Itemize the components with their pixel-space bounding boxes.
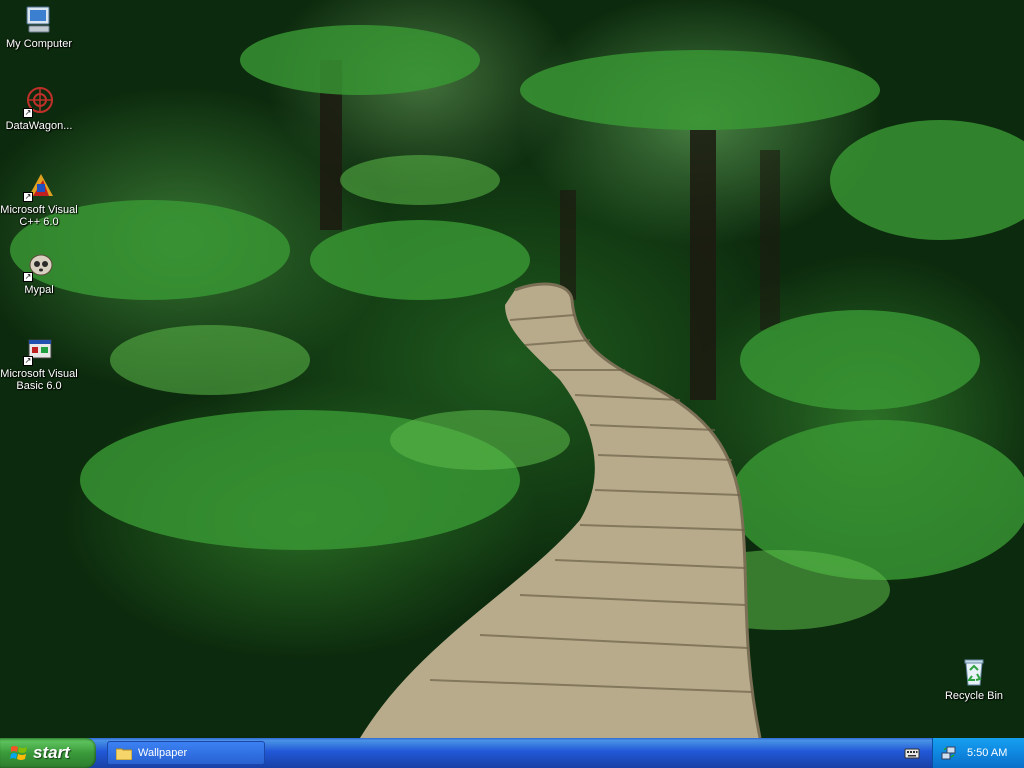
desktop-icon-label: Microsoft Visual Basic 6.0 <box>0 368 78 392</box>
desktop-icon-visual-cpp[interactable]: ↗ Microsoft Visual C++ 6.0 <box>0 170 78 228</box>
taskbar: start Wallpaper <box>0 738 1024 768</box>
taskbar-button-wallpaper[interactable]: Wallpaper <box>107 741 265 765</box>
network-icon[interactable] <box>941 745 957 761</box>
desktop-wallpaper <box>0 0 1024 738</box>
shortcut-arrow-icon: ↗ <box>23 108 33 118</box>
start-button[interactable]: start <box>0 738 96 768</box>
keyboard-icon[interactable] <box>904 745 920 761</box>
mypal-icon: ↗ <box>23 250 55 282</box>
taskbar-button-label: Wallpaper <box>138 747 188 759</box>
visual-basic-icon: ↗ <box>23 334 55 366</box>
shortcut-arrow-icon: ↗ <box>23 192 33 202</box>
windows-logo-icon <box>10 746 27 760</box>
my-computer-icon <box>23 4 55 36</box>
desktop-icon-label: Recycle Bin <box>944 690 1004 702</box>
desktop-icon-my-computer[interactable]: My Computer <box>0 4 78 50</box>
folder-icon <box>116 748 132 760</box>
desktop-icon-mypal[interactable]: ↗ Mypal <box>0 250 78 296</box>
system-tray: 5:50 AM <box>932 738 1024 768</box>
datawagon-icon: ↗ <box>23 86 55 118</box>
clock[interactable]: 5:50 AM <box>967 747 1007 759</box>
desktop-icon-visual-basic[interactable]: ↗ Microsoft Visual Basic 6.0 <box>0 334 78 392</box>
wallpaper-image <box>10 25 1024 738</box>
shortcut-arrow-icon: ↗ <box>23 356 33 366</box>
desktop-icon-label: Mypal <box>24 284 54 296</box>
desktop-icon-label: DataWagon... <box>5 120 73 132</box>
desktop-icon-label: Microsoft Visual C++ 6.0 <box>0 204 78 228</box>
desktop-icon-recycle-bin[interactable]: Recycle Bin <box>935 656 1013 702</box>
desktop-icon-label: My Computer <box>5 38 73 50</box>
recycle-bin-icon <box>958 656 990 688</box>
visual-cpp-icon: ↗ <box>23 170 55 202</box>
shortcut-arrow-icon: ↗ <box>23 272 33 282</box>
desktop-icon-datawagon[interactable]: ↗ DataWagon... <box>0 86 78 132</box>
start-label: start <box>33 743 70 762</box>
